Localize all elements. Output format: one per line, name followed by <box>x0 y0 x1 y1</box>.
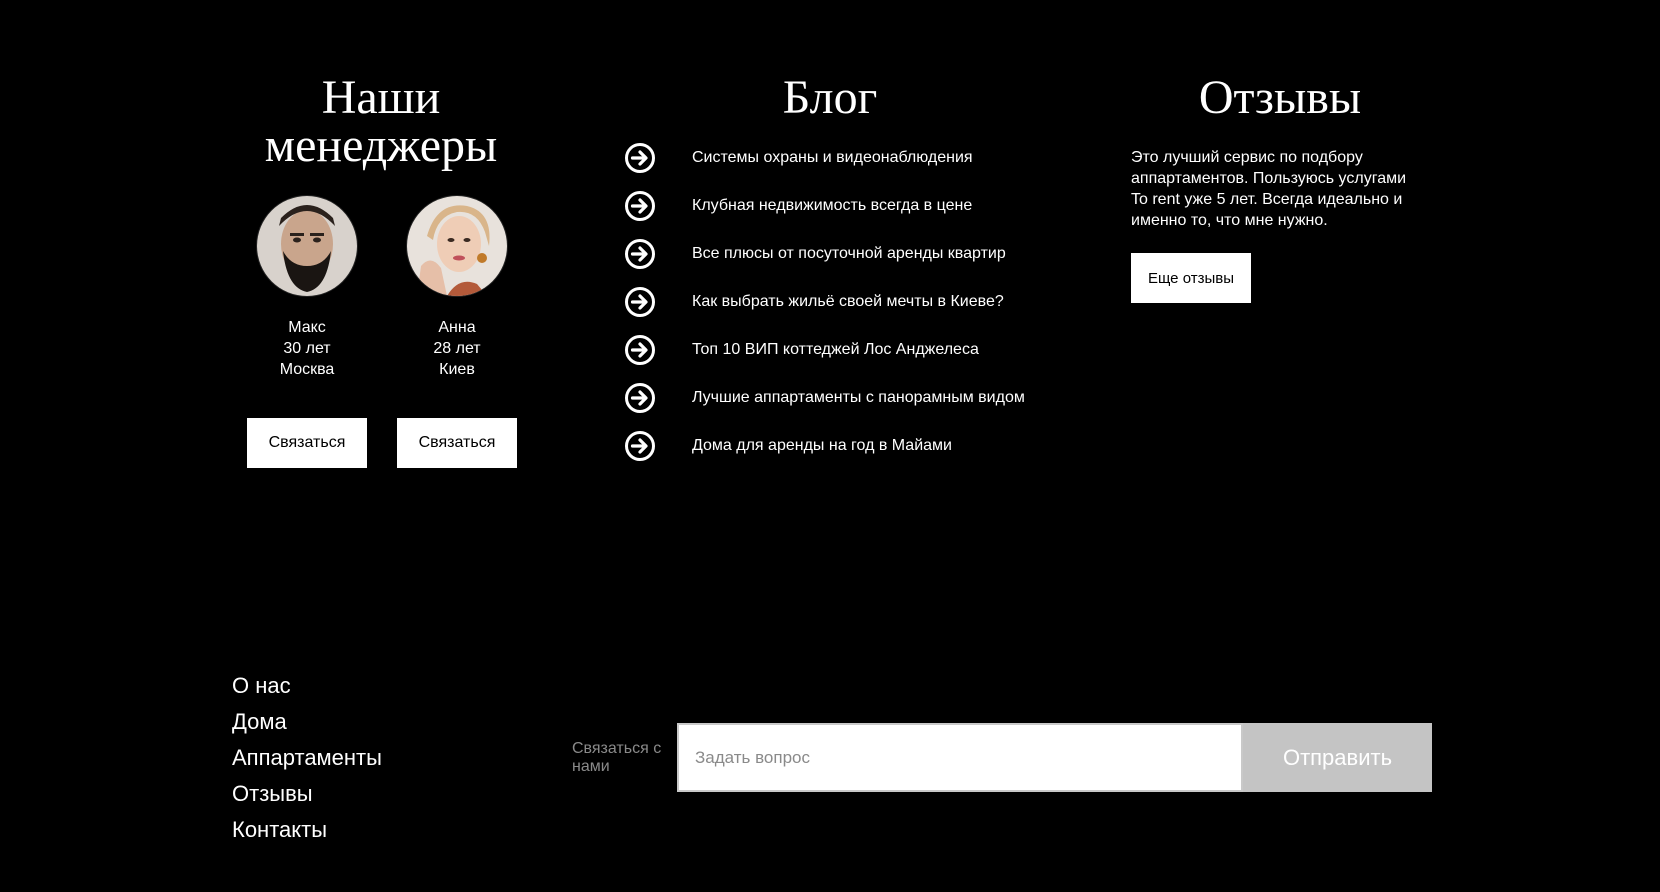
manager-card-anna: Анна 28 лет Киев <box>397 195 517 380</box>
more-reviews-button[interactable]: Еще отзывы <box>1131 253 1251 303</box>
manager-card-max: Макс 30 лет Москва <box>247 195 367 380</box>
blog-item[interactable]: Топ 10 ВИП коттеджей Лос Анджелеса <box>624 334 1025 382</box>
manager-age: 30 лет <box>283 340 331 357</box>
review-text: Это лучший сервис по подбору аппартамент… <box>1131 149 1407 229</box>
arrow-circle-right-icon <box>625 431 655 461</box>
send-button[interactable]: Отправить <box>1243 723 1432 792</box>
footer-nav-link[interactable]: О нас <box>232 673 291 698</box>
manager-age: 28 лет <box>433 340 481 357</box>
blog-item[interactable]: Как выбрать жильё своей мечты в Киеве? <box>624 286 1025 334</box>
question-input[interactable] <box>677 723 1243 792</box>
footer-nav-link[interactable]: Аппартаменты <box>232 745 382 770</box>
footer-nav-item: Отзывы <box>232 776 382 812</box>
manager-name: Анна <box>438 319 476 336</box>
blog-item[interactable]: Клубная недвижимость всегда в цене <box>624 190 1025 238</box>
blog-item-title[interactable]: Клубная недвижимость всегда в цене <box>692 197 972 215</box>
blog-item-title[interactable]: Лучшие аппартаменты с панорамным видом <box>692 389 1025 407</box>
blog-item-title[interactable]: Дома для аренды на год в Майами <box>692 437 952 455</box>
blog-item-title[interactable]: Топ 10 ВИП коттеджей Лос Анджелеса <box>692 341 979 359</box>
blog-item[interactable]: Системы охраны и видеонаблюдения <box>624 142 1025 190</box>
blog-item-title[interactable]: Как выбрать жильё своей мечты в Киеве? <box>692 293 1004 311</box>
footer-nav-item: Контакты <box>232 812 382 848</box>
blog-item[interactable]: Дома для аренды на год в Майами <box>624 430 1025 478</box>
blog-list: Системы охраны и видеонаблюдения Клубная … <box>624 142 1025 478</box>
manager-city: Москва <box>279 361 335 378</box>
manager-city: Киев <box>439 361 475 378</box>
footer-nav-item: О нас <box>232 668 382 704</box>
manager-avatar-max <box>256 195 358 297</box>
blog-item-title[interactable]: Все плюсы от посуточной аренды квартир <box>692 245 1006 263</box>
arrow-circle-right-icon <box>625 191 655 221</box>
arrow-circle-right-icon <box>625 383 655 413</box>
managers-title: Наши менеджеры <box>264 71 498 172</box>
arrow-circle-right-icon <box>625 287 655 317</box>
footer-nav-item: Дома <box>232 704 382 740</box>
footer-nav-link[interactable]: Контакты <box>232 817 327 842</box>
manager-name: Макс <box>288 319 326 336</box>
blog-item[interactable]: Лучшие аппартаменты с панорамным видом <box>624 382 1025 430</box>
footer-nav-link[interactable]: Дома <box>232 709 287 734</box>
blog-item[interactable]: Все плюсы от посуточной аренды квартир <box>624 238 1025 286</box>
contact-us-label: Связаться с нами <box>572 740 662 775</box>
contact-anna-button[interactable]: Связаться <box>397 418 517 468</box>
arrow-circle-right-icon <box>625 239 655 269</box>
blog-item-title[interactable]: Системы охраны и видеонаблюдения <box>692 149 973 167</box>
arrow-circle-right-icon <box>625 143 655 173</box>
contact-max-button[interactable]: Связаться <box>247 418 367 468</box>
blog-title: Блог <box>782 71 878 124</box>
arrow-circle-right-icon <box>625 335 655 365</box>
footer-nav-link[interactable]: Отзывы <box>232 781 313 806</box>
manager-avatar-anna <box>406 195 508 297</box>
footer-nav: О нас Дома Аппартаменты Отзывы Контакты <box>232 668 382 848</box>
reviews-title: Отзывы <box>1198 71 1362 124</box>
footer-nav-item: Аппартаменты <box>232 740 382 776</box>
